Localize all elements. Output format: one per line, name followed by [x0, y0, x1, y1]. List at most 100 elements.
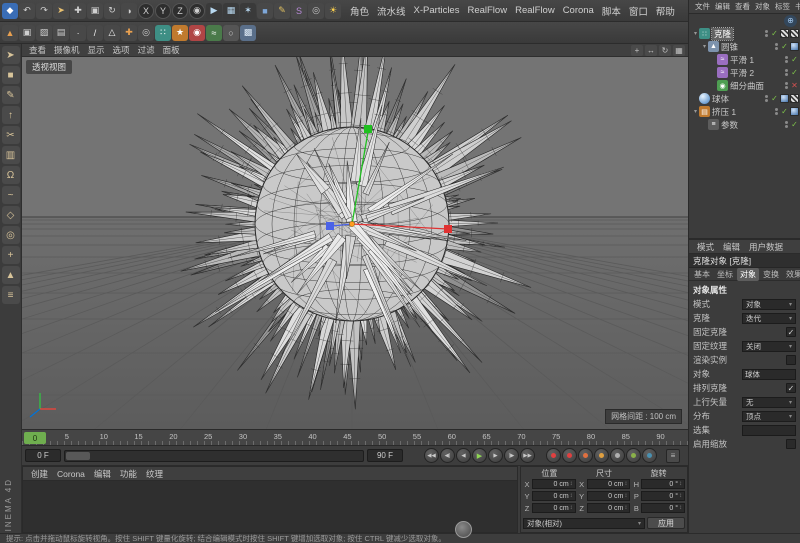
mograph-cloner-icon[interactable]: ∷	[155, 25, 171, 41]
effector-icon[interactable]: ★	[172, 25, 188, 41]
record-keyframe-button[interactable]	[546, 448, 561, 463]
zoom-view-icon[interactable]: ↔	[645, 45, 657, 56]
z-axis-lock-button[interactable]: Z	[172, 3, 188, 19]
object-tree-item[interactable]: ▾▤挤压 1✓	[689, 105, 800, 118]
fields-icon[interactable]: ◉	[189, 25, 205, 41]
object-tree-item[interactable]: ◉细分曲面✕	[689, 79, 800, 92]
link-field[interactable]	[742, 425, 796, 436]
visibility-dots-icon[interactable]	[775, 108, 778, 115]
attribute-tab[interactable]: 变换	[760, 268, 782, 281]
viewport-menu[interactable]: 过滤	[134, 44, 159, 56]
object-manager-menu[interactable]: 文件	[693, 1, 712, 12]
visibility-dots-icon[interactable]	[785, 121, 788, 128]
edges-mode-icon[interactable]: /	[87, 25, 103, 41]
apply-button[interactable]: 应用	[647, 517, 685, 529]
timeline-frame-label[interactable]: 90	[656, 432, 664, 441]
menubar-menu[interactable]: RealFlow	[511, 5, 559, 16]
enabled-check-icon[interactable]: ✓	[780, 107, 789, 116]
toggle-view-icon[interactable]: ▦	[673, 45, 685, 56]
timeline-frame-label[interactable]: 80	[587, 432, 595, 441]
attribute-tab[interactable]: 基本	[691, 268, 713, 281]
add-cube-button[interactable]: ■	[257, 3, 273, 19]
magnet-tool-icon[interactable]: Ω	[2, 166, 20, 184]
timeline-frame-label[interactable]: 5	[65, 432, 69, 441]
enabled-check-icon[interactable]: ✓	[790, 120, 799, 129]
spinner-icon[interactable]: ↕	[624, 493, 627, 499]
object-tree-item[interactable]: ▾▲圆锥✓	[689, 40, 800, 53]
attribute-menu[interactable]: 模式	[693, 241, 718, 253]
menubar-menu[interactable]: 帮助	[652, 4, 679, 18]
enabled-check-icon[interactable]: ✓	[770, 29, 779, 38]
phong-tag-icon[interactable]	[780, 94, 789, 103]
enabled-check-icon[interactable]: ✓	[780, 42, 789, 51]
coordinate-input[interactable]: 0 °↕	[641, 479, 685, 489]
coordinate-input[interactable]: 0 °↕	[641, 503, 685, 513]
visibility-dots-icon[interactable]	[765, 30, 768, 37]
timeline-frame-label[interactable]: 85	[622, 432, 630, 441]
app-logo-icon[interactable]: ◆	[2, 3, 18, 19]
globe-icon[interactable]: ⊕	[784, 15, 797, 27]
coordinate-input[interactable]: 0 cm↕	[532, 503, 576, 513]
next-frame-button[interactable]: ▶	[488, 448, 503, 463]
克隆-dropdown[interactable]: 迭代▾	[742, 313, 796, 324]
play-button[interactable]: ▶	[472, 448, 487, 463]
volume-icon[interactable]: ▩	[240, 25, 256, 41]
timeline-frame-label[interactable]: 40	[308, 432, 316, 441]
menubar-menu[interactable]: Corona	[559, 5, 598, 16]
pan-view-icon[interactable]: +	[631, 45, 643, 56]
timeline-frame-label[interactable]: 75	[552, 432, 560, 441]
polygons-mode-icon[interactable]: △	[104, 25, 120, 41]
attribute-tab[interactable]: 坐标	[714, 268, 736, 281]
knife-tool-icon[interactable]: ✂	[2, 126, 20, 144]
timeline-frame-label[interactable]: 25	[204, 432, 212, 441]
next-key-button[interactable]: |▶	[504, 448, 519, 463]
record-scale-button[interactable]	[594, 448, 609, 463]
render-settings-button[interactable]: ✶	[240, 3, 256, 19]
menubar-menu[interactable]: 流水线	[373, 4, 410, 18]
object-manager-menu[interactable]: 编辑	[713, 1, 732, 12]
simulate-icon[interactable]: ≈	[206, 25, 222, 41]
goto-end-button[interactable]: ▶▶	[520, 448, 535, 463]
timeline-frame-label[interactable]: 60	[448, 432, 456, 441]
menubar-menu[interactable]: 窗口	[625, 4, 652, 18]
record-parameter-button[interactable]	[626, 448, 641, 463]
material-menu[interactable]: 纹理	[142, 468, 167, 480]
coordinate-input[interactable]: 0 cm↕	[587, 479, 631, 489]
timeline-frame-label[interactable]: 50	[378, 432, 386, 441]
dynamics-icon[interactable]: ○	[223, 25, 239, 41]
frame-end-field[interactable]: 90 F	[367, 449, 403, 462]
coordinate-system-button[interactable]: ◉	[189, 3, 205, 19]
selection-tool-icon[interactable]: ➤	[2, 46, 20, 64]
timeline-frame-label[interactable]: 55	[413, 432, 421, 441]
spinner-icon[interactable]: ↕	[570, 505, 573, 511]
object-manager-menu[interactable]: 书签	[793, 1, 800, 12]
make-editable-icon[interactable]: ▲	[2, 25, 18, 41]
live-selection-icon[interactable]: ➤	[53, 3, 69, 19]
scale-tool-icon[interactable]: ▣	[87, 3, 103, 19]
material-list[interactable]	[23, 481, 517, 532]
object-manager-menu[interactable]: 对象	[753, 1, 772, 12]
slider-handle[interactable]	[66, 452, 90, 460]
timeline-frame-label[interactable]: 30	[239, 432, 247, 441]
snap-tool-icon[interactable]: ◎	[2, 226, 20, 244]
object-manager-menu[interactable]: 标签	[773, 1, 792, 12]
expander-icon[interactable]: ▾	[692, 108, 699, 115]
object-manager-menu[interactable]: 查看	[733, 1, 752, 12]
material-menu[interactable]: 功能	[116, 468, 141, 480]
axis-tool-icon[interactable]: +	[2, 246, 20, 264]
prev-frame-button[interactable]: ◀	[456, 448, 471, 463]
checkbox[interactable]	[786, 355, 796, 365]
expander-icon[interactable]: ▾	[692, 30, 699, 37]
frame-range-slider[interactable]	[64, 450, 364, 462]
current-frame-marker[interactable]: 0	[24, 432, 46, 444]
rotate-tool-icon[interactable]: ↻	[104, 3, 120, 19]
frame-start-field[interactable]: 0 F	[25, 449, 61, 462]
pen-tool-icon[interactable]: ✎	[274, 3, 290, 19]
phong-tag-icon[interactable]	[790, 107, 799, 116]
measure-tool-icon[interactable]: ≡	[2, 286, 20, 304]
enabled-check-icon[interactable]: ✓	[770, 94, 779, 103]
coordinate-mode-dropdown[interactable]: 对象(相对) ▾	[523, 518, 645, 529]
coordinate-input[interactable]: 0 cm↕	[532, 491, 576, 501]
spinner-icon[interactable]: ↕	[624, 481, 627, 487]
viewport-menu[interactable]: 查看	[25, 44, 50, 56]
